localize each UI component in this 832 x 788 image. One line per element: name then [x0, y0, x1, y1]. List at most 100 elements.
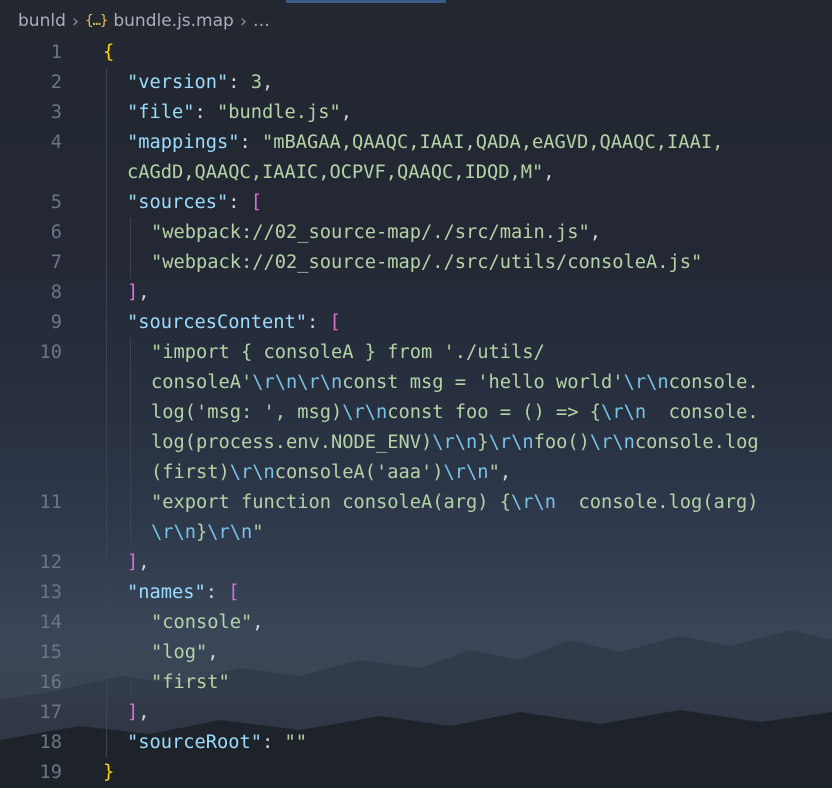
- code-token: \r\n: [151, 522, 197, 543]
- code-token: }: [196, 522, 208, 543]
- code-token: "first": [151, 672, 230, 693]
- code-token: console.: [646, 402, 759, 423]
- code-line[interactable]: 4 "mappings": "mBAGAA,QAAQC,IAAI,QADA,eAG…: [0, 128, 832, 158]
- indent-guide: [130, 338, 131, 548]
- code-line-wrap[interactable]: log('msg: ', msg)\r\nconst foo = () => {…: [0, 398, 832, 428]
- line-number: 14: [39, 612, 62, 633]
- code-text: "sources": [: [127, 188, 262, 218]
- code-token: ]: [127, 552, 139, 573]
- code-line-wrap[interactable]: (first)\r\nconsoleA('aaa')\r\n",: [0, 458, 832, 488]
- code-token: ,: [499, 462, 512, 483]
- line-number: 16: [39, 672, 62, 693]
- code-line[interactable]: 13 "names": [: [0, 578, 832, 608]
- code-line[interactable]: 8],: [0, 278, 832, 308]
- code-token: \r\n\r\n: [252, 372, 343, 393]
- code-line[interactable]: 11 "export function consoleA(arg) {\r\n c…: [0, 488, 832, 518]
- code-token: {: [103, 42, 115, 63]
- code-text: log(process.env.NODE_ENV)\r\n}\r\nfoo()\…: [151, 428, 759, 458]
- code-token: \r\n: [443, 462, 489, 483]
- code-token: "mBAGAA,QAAQC,IAAI,QADA,eAGVD,QAAQC,IAAI…: [262, 132, 724, 153]
- code-text: "console",: [151, 608, 264, 638]
- code-token: "sourcesContent": [127, 312, 308, 333]
- line-number: 5: [50, 192, 62, 213]
- code-text: "mappings": "mBAGAA,QAAQC,IAAI,QADA,eAGV…: [127, 128, 723, 158]
- line-number: 6: [50, 222, 62, 243]
- line-number: 2: [50, 72, 62, 93]
- code-token: \r\n: [342, 402, 388, 423]
- breadcrumb-symbols[interactable]: …: [253, 11, 270, 31]
- breadcrumb-file[interactable]: {…} bundle.js.map: [85, 11, 234, 31]
- code-token: ,: [262, 72, 274, 93]
- code-token: "names": [127, 582, 206, 603]
- code-line[interactable]: 14 "console",: [0, 608, 832, 638]
- code-text: }: [103, 758, 114, 788]
- indent-guide: [106, 68, 107, 758]
- line-number: 3: [50, 102, 62, 123]
- code-line[interactable]: 16 "first": [0, 668, 832, 698]
- code-text: "sourcesContent": [: [127, 308, 341, 338]
- code-token: "bundle.js": [217, 102, 341, 123]
- code-line[interactable]: 7 "webpack://02_source-map/./src/utils/co…: [0, 248, 832, 278]
- code-token: [: [329, 312, 341, 333]
- code-token: "sourceRoot": [127, 732, 263, 753]
- code-line[interactable]: 17],: [0, 698, 832, 728]
- code-token: log('msg: ', msg): [151, 402, 343, 423]
- code-text: consoleA'\r\n\r\nconst msg = 'hello worl…: [151, 368, 759, 398]
- code-token: ,: [138, 702, 150, 723]
- code-token: ,: [207, 642, 219, 663]
- code-line[interactable]: 12],: [0, 548, 832, 578]
- code-line-wrap[interactable]: cAGdD,QAAQC,IAAIC,OCPVF,QAAQC,IDQD,M",: [0, 158, 832, 188]
- code-token: ,: [138, 552, 150, 573]
- code-token: "webpack://02_source-map/./src/main.js": [151, 222, 590, 243]
- breadcrumb-ellipsis: …: [253, 11, 271, 31]
- code-token: ,: [340, 102, 353, 123]
- code-token: ,: [252, 612, 264, 633]
- code-line-wrap[interactable]: \r\n}\r\n": [0, 518, 832, 548]
- code-text: \r\n}\r\n": [151, 518, 264, 548]
- code-token: \r\n: [229, 462, 275, 483]
- code-text: "import { consoleA } from './utils/: [151, 338, 545, 368]
- code-token: console.: [668, 372, 759, 393]
- code-line[interactable]: 6 "webpack://02_source-map/./src/main.js"…: [0, 218, 832, 248]
- json-braces-icon: {…}: [85, 13, 108, 29]
- code-token: "export function consoleA(arg) {: [151, 492, 512, 513]
- breadcrumb-folder[interactable]: bunld: [18, 11, 66, 31]
- line-number: 15: [39, 642, 62, 663]
- code-text: ],: [127, 278, 150, 308]
- code-text: "export function consoleA(arg) {\r\n con…: [151, 488, 759, 518]
- code-token: 3: [250, 72, 263, 93]
- code-line[interactable]: 3 "file": "bundle.js",: [0, 98, 832, 128]
- line-number: 1: [50, 42, 62, 63]
- code-token: const foo = () => {: [387, 402, 602, 423]
- code-line-wrap[interactable]: log(process.env.NODE_ENV)\r\n}\r\nfoo()\…: [0, 428, 832, 458]
- breadcrumb-folder-label: bunld: [18, 11, 66, 31]
- code-token: consoleA('aaa'): [274, 462, 444, 483]
- code-token: "import { consoleA } from './utils/: [151, 342, 545, 363]
- line-number: 4: [50, 132, 62, 153]
- code-line[interactable]: 10 "import { consoleA } from './utils/: [0, 338, 832, 368]
- code-token: log(process.env.NODE_ENV): [151, 432, 433, 453]
- code-text: "first": [151, 668, 230, 698]
- code-text: ],: [127, 548, 150, 578]
- line-number: 9: [50, 312, 62, 333]
- code-line[interactable]: 1{: [0, 38, 832, 68]
- code-line[interactable]: 5 "sources": [: [0, 188, 832, 218]
- code-line[interactable]: 18 "sourceRoot": "": [0, 728, 832, 758]
- code-text: (first)\r\nconsoleA('aaa')\r\n",: [151, 458, 511, 488]
- code-text: "version": 3,: [127, 68, 273, 98]
- code-token: const msg = 'hello world': [342, 372, 624, 393]
- code-line[interactable]: 9 "sourcesContent": [: [0, 308, 832, 338]
- code-editor[interactable]: 1{2 "version": 3, 3 "file": "bundle.js", 4 "m…: [0, 38, 832, 788]
- code-line[interactable]: 15 "log",: [0, 638, 832, 668]
- code-line[interactable]: 19}: [0, 758, 832, 788]
- code-token: "version": [127, 72, 229, 93]
- indent-guide: [130, 608, 131, 698]
- code-line[interactable]: 2 "version": 3,: [0, 68, 832, 98]
- code-token: "console": [151, 612, 253, 633]
- code-line-wrap[interactable]: consoleA'\r\n\r\nconst msg = 'hello worl…: [0, 368, 832, 398]
- code-token: \r\n: [432, 432, 478, 453]
- code-token: ,: [543, 162, 555, 183]
- code-token: \r\n: [511, 492, 557, 513]
- code-token: "": [284, 732, 308, 753]
- code-text: {: [103, 38, 114, 68]
